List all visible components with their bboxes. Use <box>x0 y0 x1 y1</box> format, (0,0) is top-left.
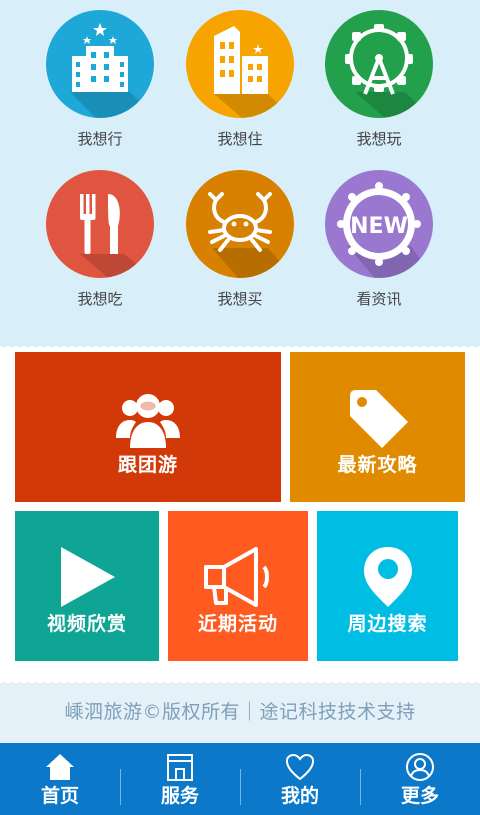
heart-icon <box>285 753 315 781</box>
tile-video[interactable]: 视频欣赏 <box>15 511 159 661</box>
nav-more[interactable]: 更多 <box>360 743 480 815</box>
tile-label: 周边搜索 <box>347 613 428 635</box>
crab-icon <box>186 170 294 278</box>
tile-label: 视频欣赏 <box>46 613 127 635</box>
nav-label: 我的 <box>280 785 319 807</box>
tile-nearby[interactable]: 周边搜索 <box>317 511 458 661</box>
apartment-icon <box>186 10 294 118</box>
ferris-wheel-icon <box>325 10 433 118</box>
menu-item-label: 我想买 <box>217 290 263 308</box>
copyright-text: 嵊泗旅游©版权所有｜途记科技技术支持 <box>64 701 416 723</box>
svg-text:NEW: NEW <box>350 214 408 239</box>
tile-label: 近期活动 <box>197 613 278 635</box>
home-icon <box>46 754 74 780</box>
tile-group-tour[interactable]: 跟团游 <box>15 352 281 502</box>
play-icon <box>61 547 115 607</box>
tile-label: 跟团游 <box>117 454 178 476</box>
hotel-building-icon <box>46 10 154 118</box>
megaphone-icon <box>204 547 269 607</box>
new-badge-icon: NEW <box>325 170 433 278</box>
nav-home[interactable]: 首页 <box>0 743 120 815</box>
nav-label: 首页 <box>40 785 79 807</box>
menu-item-label: 我想吃 <box>77 290 123 308</box>
nav-label: 服务 <box>160 785 199 807</box>
menu-item-label: 我想住 <box>217 130 263 148</box>
store-icon <box>167 754 193 781</box>
menu-item-label: 我想行 <box>77 130 123 148</box>
group-people-icon <box>116 394 180 448</box>
nav-label: 更多 <box>400 785 439 807</box>
user-circle-icon <box>406 753 434 781</box>
menu-item-label: 看资讯 <box>356 290 402 308</box>
menu-item-buy[interactable]: 我想买 <box>170 170 310 309</box>
menu-item-eat[interactable]: 我想吃 <box>30 170 170 309</box>
menu-item-play[interactable]: 我想玩 <box>309 10 449 149</box>
price-tag-icon <box>349 390 408 448</box>
menu-item-travel[interactable]: 我想行 <box>30 10 170 149</box>
menu-item-news[interactable]: NEW 看资讯 <box>309 170 449 309</box>
nav-mine[interactable]: 我的 <box>240 743 360 815</box>
menu-item-label: 我想玩 <box>356 130 402 148</box>
fork-knife-icon <box>46 170 154 278</box>
tile-events[interactable]: 近期活动 <box>168 511 308 661</box>
tile-label: 最新攻略 <box>337 454 418 476</box>
bottom-nav: 首页 服务 我的 更多 <box>0 743 480 815</box>
nav-service[interactable]: 服务 <box>120 743 240 815</box>
menu-item-stay[interactable]: 我想住 <box>170 10 310 149</box>
tile-strategy[interactable]: 最新攻略 <box>290 352 465 502</box>
scalloped-divider <box>0 344 480 352</box>
scalloped-divider <box>0 677 480 685</box>
map-pin-icon <box>363 547 412 607</box>
